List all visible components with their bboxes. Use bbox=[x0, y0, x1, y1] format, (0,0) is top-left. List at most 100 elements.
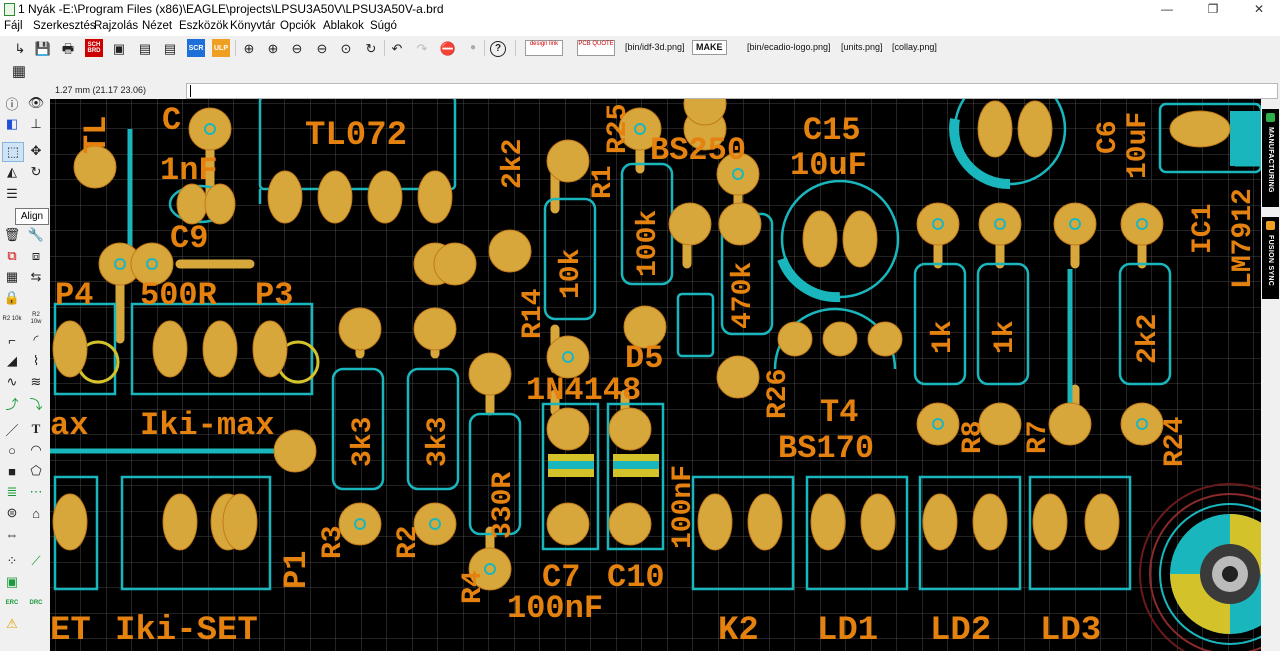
label-iki-set: Iki-SET bbox=[115, 612, 258, 650]
route-icon[interactable]: ⤴ bbox=[2, 394, 22, 412]
group-icon[interactable]: ▦ bbox=[2, 268, 22, 286]
collay-button[interactable]: [collay.png] bbox=[892, 42, 937, 52]
replace-icon[interactable]: ⇆ bbox=[26, 268, 46, 286]
make-button[interactable]: MAKE bbox=[692, 40, 727, 55]
rotate-icon[interactable]: ↻ bbox=[26, 163, 46, 181]
zoom-out-alt-icon[interactable]: ⊖ bbox=[313, 39, 331, 57]
name-tool-icon[interactable]: R2 10k bbox=[2, 310, 22, 328]
mark-icon[interactable]: ⊥ bbox=[26, 115, 46, 133]
coordinate-readout: 1.27 mm (21.17 23.06) bbox=[55, 85, 147, 95]
stop-icon[interactable]: ⛔ bbox=[439, 39, 457, 57]
label-2k2: 2k2 bbox=[1133, 314, 1164, 364]
idf-3d-button[interactable]: [bin/idf-3d.png] bbox=[625, 42, 685, 52]
ratsnest-icon[interactable]: ⁘ bbox=[2, 552, 22, 570]
minimize-button[interactable]: — bbox=[1144, 0, 1190, 18]
select-icon[interactable]: ⬚ bbox=[2, 142, 24, 162]
menu-tools[interactable]: Eszközök bbox=[179, 20, 228, 32]
line-icon[interactable]: ／ bbox=[2, 420, 22, 438]
label-10k: 10k bbox=[556, 248, 587, 299]
split-icon[interactable]: ⌐ bbox=[2, 331, 22, 349]
fusion-sync-tab[interactable]: FUSION SYNC bbox=[1262, 217, 1279, 299]
menu-windows[interactable]: Ablakok bbox=[323, 20, 364, 32]
optimize-icon[interactable]: ◢ bbox=[2, 352, 22, 370]
label-r7: R7 bbox=[1023, 420, 1054, 454]
circle-icon[interactable]: ○ bbox=[2, 441, 22, 459]
label-r24: R24 bbox=[1160, 417, 1191, 467]
text-icon[interactable]: T bbox=[26, 420, 46, 438]
units-button[interactable]: [units.png] bbox=[841, 42, 883, 52]
paste-icon[interactable]: ⧈ bbox=[26, 247, 46, 265]
zoom-out-icon[interactable]: ⊖ bbox=[288, 39, 306, 57]
pcb-quote-button[interactable]: PCB QUOTE bbox=[577, 40, 615, 56]
help-icon[interactable]: ? bbox=[490, 41, 506, 57]
zoom-select-icon[interactable]: ⊙ bbox=[337, 39, 355, 57]
smash-icon[interactable]: ∿ bbox=[2, 373, 22, 391]
align-icon[interactable]: ☰ bbox=[2, 185, 22, 203]
menu-edit[interactable]: Szerkesztés bbox=[33, 20, 96, 32]
autorouter-icon[interactable]: ⤵ bbox=[26, 394, 46, 412]
value-tool-icon[interactable]: R2 10w bbox=[26, 310, 46, 328]
redraw-icon[interactable]: ↻ bbox=[362, 39, 380, 57]
miter-icon[interactable]: ◜ bbox=[26, 331, 46, 349]
signal-icon[interactable]: ⋯ bbox=[26, 483, 46, 501]
command-line-input[interactable] bbox=[186, 83, 1278, 99]
arc-icon[interactable]: ◠ bbox=[26, 441, 46, 459]
label-p1: P1 bbox=[278, 551, 315, 589]
menu-help[interactable]: Súgó bbox=[370, 20, 397, 32]
via-icon[interactable]: ≣ bbox=[2, 483, 22, 501]
auto-route-icon[interactable]: ⟋ bbox=[26, 552, 46, 570]
label-2k2-top: 2k2 bbox=[498, 139, 529, 189]
cam-processor-icon[interactable]: ▣ bbox=[110, 39, 128, 57]
manufacturing-tab[interactable]: MANUFACTURING bbox=[1262, 109, 1279, 207]
menu-library[interactable]: Könyvtár bbox=[230, 20, 275, 32]
mirror-icon[interactable]: ◭ bbox=[2, 163, 22, 181]
ripup-icon[interactable]: ≋ bbox=[26, 373, 46, 391]
zoom-in-icon[interactable]: ⊕ bbox=[264, 39, 282, 57]
wrench-icon[interactable]: 🔧 bbox=[26, 226, 46, 244]
close-button[interactable]: ✕ bbox=[1236, 0, 1280, 18]
maximize-button[interactable]: ❐ bbox=[1190, 0, 1236, 18]
attribute-icon[interactable]: ⌂ bbox=[26, 504, 46, 522]
move-icon[interactable]: ✥ bbox=[26, 142, 46, 160]
menu-view[interactable]: Nézet bbox=[142, 20, 172, 32]
erc-icon[interactable]: ERC bbox=[2, 594, 22, 612]
delete-icon[interactable]: 🗑 bbox=[2, 226, 22, 244]
menu-draw[interactable]: Rajzolás bbox=[94, 20, 138, 32]
grid-icon[interactable]: ▦ bbox=[10, 62, 28, 80]
print-icon[interactable]: 🖶 bbox=[59, 39, 77, 57]
warning-icon[interactable]: ⚠ bbox=[2, 615, 22, 633]
sch-brd-switch-icon[interactable]: SCH BRD bbox=[85, 39, 103, 57]
eye-icon[interactable]: 👁 bbox=[26, 94, 46, 112]
script-icon[interactable]: SCR bbox=[187, 39, 205, 57]
open-icon[interactable]: ↳ bbox=[11, 39, 29, 57]
label-p4: P4 bbox=[55, 277, 93, 314]
polygon-icon[interactable]: ⬠ bbox=[26, 462, 46, 480]
lock-icon[interactable]: 🔒 bbox=[2, 289, 22, 307]
label-r3-value: 3k3 bbox=[348, 417, 379, 467]
menu-file[interactable]: Fájl bbox=[4, 20, 23, 32]
ecadio-logo-button[interactable]: [bin/ecadio-logo.png] bbox=[747, 42, 831, 52]
undo-icon[interactable]: ↶ bbox=[388, 39, 406, 57]
label-max: ax bbox=[50, 407, 88, 444]
rectangle-icon[interactable]: ■ bbox=[2, 462, 22, 480]
dimension-icon[interactable]: ⇔ bbox=[2, 525, 22, 543]
redo-icon[interactable]: ↷ bbox=[413, 39, 431, 57]
bar-chart-icon[interactable]: ▤ bbox=[136, 39, 154, 57]
ulp-icon[interactable]: ULP bbox=[212, 39, 230, 57]
zoom-fit-icon[interactable]: ⊕ bbox=[240, 39, 258, 57]
design-link-button[interactable]: design link bbox=[525, 40, 563, 56]
go-icon[interactable]: ● bbox=[464, 39, 482, 57]
board-canvas[interactable]: TL C TL072 1nF C9 P4 500R P3 ax Iki-max … bbox=[50, 99, 1261, 651]
label-1n4148: 1N4148 bbox=[526, 372, 641, 409]
table-icon[interactable]: ▤ bbox=[161, 39, 179, 57]
drc-icon[interactable]: DRC bbox=[26, 594, 46, 612]
label-ld3: LD3 bbox=[1040, 612, 1101, 650]
meander-icon[interactable]: ⌇ bbox=[26, 352, 46, 370]
copy-icon[interactable]: ⧉ bbox=[2, 247, 22, 265]
board-icon[interactable]: ▣ bbox=[2, 573, 22, 591]
menu-options[interactable]: Opciók bbox=[280, 20, 316, 32]
hole-icon[interactable]: ⊜ bbox=[2, 504, 22, 522]
layers-icon[interactable]: ◧ bbox=[2, 115, 22, 133]
info-icon[interactable]: ⓘ bbox=[2, 94, 22, 112]
save-icon[interactable]: 💾 bbox=[34, 39, 52, 57]
